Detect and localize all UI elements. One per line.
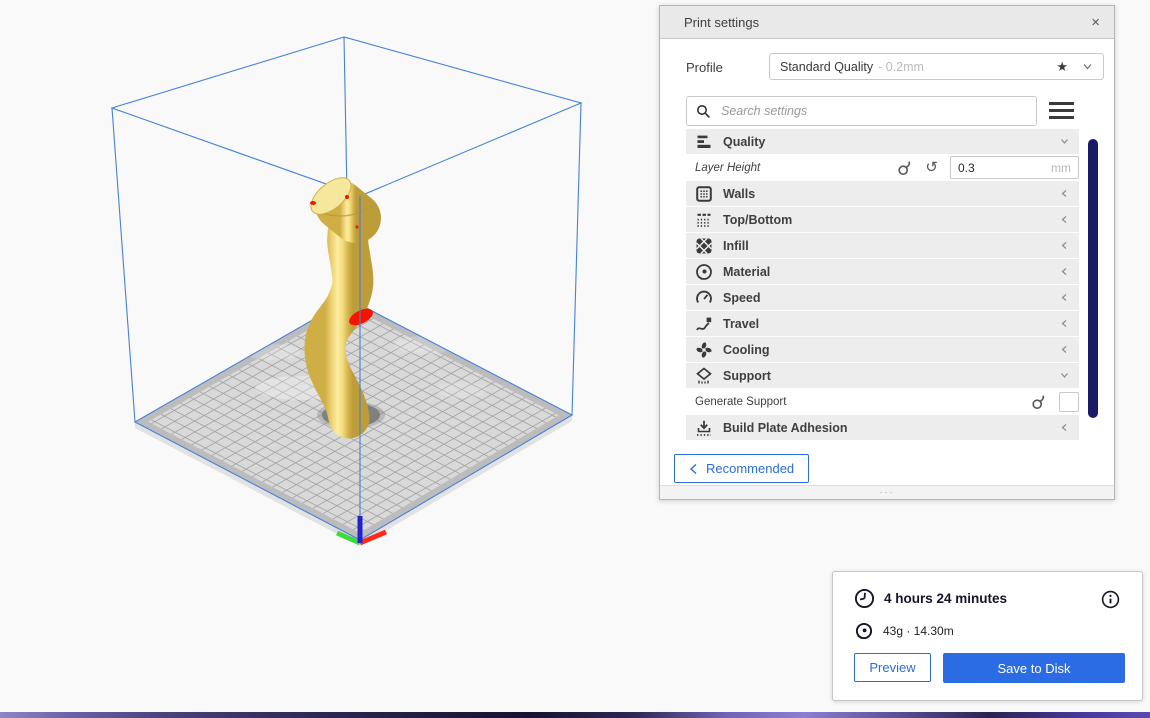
- cura-app-window: { "print_settings": { "title": "Print se…: [0, 0, 1150, 718]
- category-row-cooling[interactable]: Cooling: [686, 337, 1079, 362]
- chevron-left-icon: [1059, 292, 1070, 303]
- setting-row-generate-support: Generate Support: [686, 389, 1079, 414]
- category-row-build-plate-adhesion[interactable]: Build Plate Adhesion: [686, 415, 1079, 440]
- save-to-disk-label: Save to Disk: [997, 660, 1071, 676]
- category-label: Speed: [723, 290, 761, 305]
- print-time-row: 4 hours 24 minutes: [854, 588, 1007, 609]
- clock-icon: [854, 588, 875, 609]
- link-icon[interactable]: [897, 160, 913, 176]
- chevron-left-icon: [1059, 266, 1070, 277]
- settings-menu-icon[interactable]: [1049, 102, 1074, 120]
- print-settings-header: Print settings ×: [660, 6, 1114, 39]
- speed-icon: [694, 289, 714, 307]
- settings-rows: Quality Layer Height ↺ mm: [686, 129, 1079, 441]
- chevron-left-icon: [1059, 240, 1070, 251]
- support-icon: [694, 366, 714, 385]
- save-to-disk-button[interactable]: Save to Disk: [943, 653, 1125, 683]
- drag-handle-icon: ···: [879, 487, 895, 497]
- profile-label: Profile: [686, 60, 723, 75]
- category-row-walls[interactable]: Walls: [686, 181, 1079, 206]
- quality-icon: [694, 133, 714, 151]
- panel-resize-handle[interactable]: ···: [660, 485, 1114, 499]
- profile-dropdown[interactable]: Standard Quality - 0.2mm ★: [769, 53, 1104, 80]
- print-time-estimate: 4 hours 24 minutes: [884, 591, 1008, 606]
- settings-scrollbar[interactable]: [1088, 139, 1098, 418]
- profile-value: Standard Quality: [780, 59, 874, 74]
- chevron-left-icon: [1059, 318, 1070, 329]
- category-row-material[interactable]: Material: [686, 259, 1079, 284]
- material-usage-estimate: 43g · 14.30m: [883, 624, 954, 638]
- output-action-panel: 4 hours 24 minutes 43g · 14.30m Preview …: [832, 571, 1143, 701]
- material-icon: [694, 263, 714, 281]
- category-label: Support: [723, 368, 771, 383]
- taskbar-edge: [0, 712, 1150, 718]
- material-spool-icon: [855, 622, 873, 640]
- setting-row-layer-height: Layer Height ↺ mm: [686, 155, 1079, 180]
- category-label: Walls: [723, 186, 756, 201]
- scrollbar-thumb[interactable]: [1088, 139, 1098, 418]
- layer-height-field: mm: [950, 156, 1079, 179]
- category-label: Cooling: [723, 342, 770, 357]
- recommended-button[interactable]: Recommended: [674, 454, 810, 483]
- info-icon[interactable]: [1101, 590, 1120, 609]
- build-plate-adhesion-icon: [694, 419, 714, 437]
- panel-title: Print settings: [684, 14, 760, 30]
- walls-icon: [694, 185, 714, 203]
- print-settings-panel: Print settings × Profile Standard Qualit…: [659, 5, 1115, 500]
- category-row-support[interactable]: Support: [686, 363, 1079, 388]
- recommended-label: Recommended: [706, 461, 795, 476]
- infill-icon: [694, 237, 714, 255]
- category-label: Top/Bottom: [723, 212, 793, 227]
- category-label: Travel: [723, 316, 760, 331]
- layer-height-unit: mm: [1051, 160, 1071, 175]
- category-label: Infill: [723, 238, 749, 253]
- link-icon[interactable]: [1031, 394, 1047, 410]
- category-row-speed[interactable]: Speed: [686, 285, 1079, 310]
- top-bottom-icon: [694, 211, 714, 229]
- generate-support-checkbox[interactable]: [1059, 391, 1079, 412]
- search-input[interactable]: [719, 103, 1027, 119]
- layer-height-input[interactable]: [958, 160, 1028, 175]
- chevron-left-icon: [1059, 188, 1070, 199]
- category-row-quality[interactable]: Quality: [686, 129, 1079, 154]
- material-usage-row: 43g · 14.30m: [855, 622, 954, 640]
- cooling-icon: [694, 341, 714, 359]
- star-icon[interactable]: ★: [1056, 59, 1068, 75]
- category-label: Material: [723, 264, 771, 279]
- chevron-left-icon: [1059, 422, 1070, 433]
- category-label: Build Plate Adhesion: [723, 420, 848, 435]
- setting-label: Generate Support: [695, 395, 787, 408]
- profile-detail: - 0.2mm: [878, 59, 924, 74]
- chevron-left-icon: [1059, 214, 1070, 225]
- close-icon[interactable]: ×: [1091, 15, 1100, 30]
- category-row-top-bottom[interactable]: Top/Bottom: [686, 207, 1079, 232]
- chevron-left-icon: [1059, 344, 1070, 355]
- category-row-travel[interactable]: Travel: [686, 311, 1079, 336]
- category-label: Quality: [723, 134, 766, 149]
- preview-button[interactable]: Preview: [854, 653, 931, 682]
- search-settings-box[interactable]: [686, 96, 1037, 126]
- chevron-down-icon: [1059, 370, 1070, 381]
- preview-label: Preview: [869, 660, 916, 675]
- chevron-down-icon: [1059, 136, 1070, 147]
- travel-icon: [694, 315, 714, 333]
- search-icon: [696, 104, 711, 119]
- category-row-infill[interactable]: Infill: [686, 233, 1079, 258]
- chevron-down-icon: [1082, 61, 1093, 72]
- revert-icon[interactable]: ↺: [925, 160, 938, 175]
- setting-label: Layer Height: [695, 161, 761, 174]
- chevron-left-icon: [689, 463, 697, 474]
